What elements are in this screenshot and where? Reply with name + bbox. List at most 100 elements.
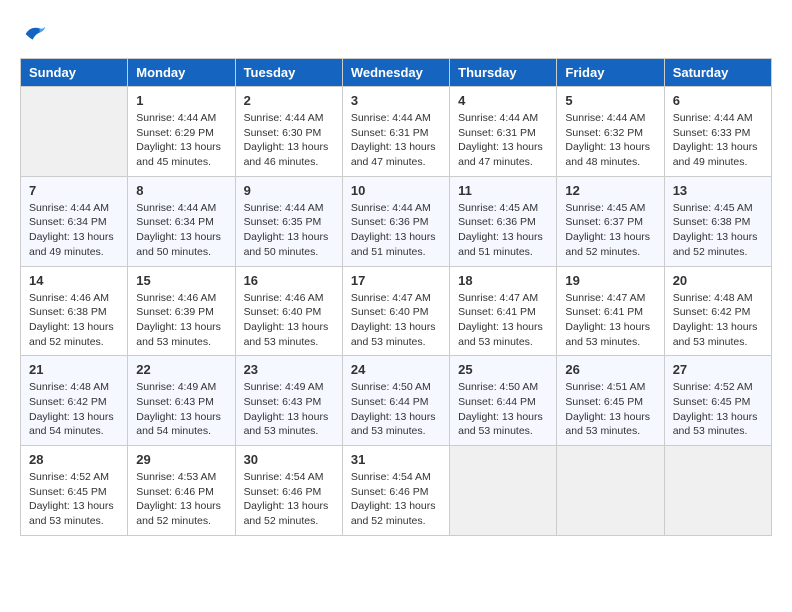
sunrise-label: Sunrise: 4:53 AM	[136, 471, 216, 483]
daylight-minutes: and 52 minutes.	[351, 515, 426, 527]
daylight-label: Daylight: 13 hours	[458, 321, 543, 333]
calendar-cell: 21 Sunrise: 4:48 AM Sunset: 6:42 PM Dayl…	[21, 356, 128, 446]
calendar-cell: 26 Sunrise: 4:51 AM Sunset: 6:45 PM Dayl…	[557, 356, 664, 446]
day-info: Sunrise: 4:44 AM Sunset: 6:33 PM Dayligh…	[673, 111, 763, 170]
calendar-cell: 29 Sunrise: 4:53 AM Sunset: 6:46 PM Dayl…	[128, 446, 235, 536]
day-info: Sunrise: 4:45 AM Sunset: 6:36 PM Dayligh…	[458, 201, 548, 260]
day-number: 31	[351, 452, 441, 467]
sunset-label: Sunset: 6:44 PM	[458, 396, 536, 408]
day-number: 12	[565, 183, 655, 198]
day-info: Sunrise: 4:44 AM Sunset: 6:32 PM Dayligh…	[565, 111, 655, 170]
day-number: 29	[136, 452, 226, 467]
day-number: 30	[244, 452, 334, 467]
day-info: Sunrise: 4:44 AM Sunset: 6:30 PM Dayligh…	[244, 111, 334, 170]
sunset-label: Sunset: 6:42 PM	[29, 396, 107, 408]
day-info: Sunrise: 4:44 AM Sunset: 6:35 PM Dayligh…	[244, 201, 334, 260]
daylight-minutes: and 52 minutes.	[673, 246, 748, 258]
calendar-cell: 17 Sunrise: 4:47 AM Sunset: 6:40 PM Dayl…	[342, 266, 449, 356]
sunset-label: Sunset: 6:37 PM	[565, 216, 643, 228]
day-number: 4	[458, 93, 548, 108]
daylight-minutes: and 50 minutes.	[136, 246, 211, 258]
sunrise-label: Sunrise: 4:46 AM	[29, 292, 109, 304]
day-info: Sunrise: 4:45 AM Sunset: 6:38 PM Dayligh…	[673, 201, 763, 260]
day-info: Sunrise: 4:53 AM Sunset: 6:46 PM Dayligh…	[136, 470, 226, 529]
daylight-label: Daylight: 13 hours	[351, 231, 436, 243]
sunrise-label: Sunrise: 4:50 AM	[351, 381, 431, 393]
day-info: Sunrise: 4:50 AM Sunset: 6:44 PM Dayligh…	[458, 380, 548, 439]
daylight-minutes: and 54 minutes.	[136, 425, 211, 437]
calendar-cell: 30 Sunrise: 4:54 AM Sunset: 6:46 PM Dayl…	[235, 446, 342, 536]
sunset-label: Sunset: 6:35 PM	[244, 216, 322, 228]
calendar-cell: 27 Sunrise: 4:52 AM Sunset: 6:45 PM Dayl…	[664, 356, 771, 446]
day-info: Sunrise: 4:44 AM Sunset: 6:31 PM Dayligh…	[351, 111, 441, 170]
sunrise-label: Sunrise: 4:54 AM	[244, 471, 324, 483]
calendar-cell: 16 Sunrise: 4:46 AM Sunset: 6:40 PM Dayl…	[235, 266, 342, 356]
daylight-minutes: and 53 minutes.	[244, 425, 319, 437]
column-header-thursday: Thursday	[450, 59, 557, 87]
calendar-cell: 23 Sunrise: 4:49 AM Sunset: 6:43 PM Dayl…	[235, 356, 342, 446]
column-header-wednesday: Wednesday	[342, 59, 449, 87]
logo	[20, 20, 52, 48]
logo-bird-icon	[20, 20, 48, 48]
daylight-label: Daylight: 13 hours	[244, 231, 329, 243]
daylight-label: Daylight: 13 hours	[673, 321, 758, 333]
day-number: 10	[351, 183, 441, 198]
calendar-week-row: 28 Sunrise: 4:52 AM Sunset: 6:45 PM Dayl…	[21, 446, 772, 536]
daylight-minutes: and 53 minutes.	[565, 336, 640, 348]
sunrise-label: Sunrise: 4:44 AM	[136, 112, 216, 124]
calendar-cell: 18 Sunrise: 4:47 AM Sunset: 6:41 PM Dayl…	[450, 266, 557, 356]
day-number: 21	[29, 362, 119, 377]
sunset-label: Sunset: 6:46 PM	[351, 486, 429, 498]
daylight-label: Daylight: 13 hours	[458, 411, 543, 423]
sunset-label: Sunset: 6:30 PM	[244, 127, 322, 139]
daylight-label: Daylight: 13 hours	[244, 141, 329, 153]
day-info: Sunrise: 4:46 AM Sunset: 6:39 PM Dayligh…	[136, 291, 226, 350]
sunrise-label: Sunrise: 4:44 AM	[351, 112, 431, 124]
daylight-label: Daylight: 13 hours	[351, 141, 436, 153]
daylight-label: Daylight: 13 hours	[136, 500, 221, 512]
column-header-sunday: Sunday	[21, 59, 128, 87]
daylight-minutes: and 53 minutes.	[136, 336, 211, 348]
calendar-cell: 6 Sunrise: 4:44 AM Sunset: 6:33 PM Dayli…	[664, 87, 771, 177]
calendar-cell: 11 Sunrise: 4:45 AM Sunset: 6:36 PM Dayl…	[450, 176, 557, 266]
calendar-cell: 14 Sunrise: 4:46 AM Sunset: 6:38 PM Dayl…	[21, 266, 128, 356]
sunrise-label: Sunrise: 4:44 AM	[565, 112, 645, 124]
sunset-label: Sunset: 6:36 PM	[458, 216, 536, 228]
sunrise-label: Sunrise: 4:45 AM	[458, 202, 538, 214]
day-number: 14	[29, 273, 119, 288]
daylight-minutes: and 53 minutes.	[565, 425, 640, 437]
sunrise-label: Sunrise: 4:44 AM	[244, 202, 324, 214]
calendar-cell: 1 Sunrise: 4:44 AM Sunset: 6:29 PM Dayli…	[128, 87, 235, 177]
day-info: Sunrise: 4:46 AM Sunset: 6:40 PM Dayligh…	[244, 291, 334, 350]
day-number: 15	[136, 273, 226, 288]
daylight-label: Daylight: 13 hours	[29, 500, 114, 512]
daylight-minutes: and 47 minutes.	[458, 156, 533, 168]
sunset-label: Sunset: 6:43 PM	[136, 396, 214, 408]
day-number: 19	[565, 273, 655, 288]
daylight-minutes: and 52 minutes.	[136, 515, 211, 527]
calendar-cell	[21, 87, 128, 177]
day-info: Sunrise: 4:50 AM Sunset: 6:44 PM Dayligh…	[351, 380, 441, 439]
daylight-minutes: and 53 minutes.	[673, 336, 748, 348]
sunset-label: Sunset: 6:43 PM	[244, 396, 322, 408]
column-header-tuesday: Tuesday	[235, 59, 342, 87]
day-info: Sunrise: 4:52 AM Sunset: 6:45 PM Dayligh…	[29, 470, 119, 529]
column-header-saturday: Saturday	[664, 59, 771, 87]
daylight-minutes: and 53 minutes.	[29, 515, 104, 527]
daylight-label: Daylight: 13 hours	[29, 321, 114, 333]
sunset-label: Sunset: 6:38 PM	[29, 306, 107, 318]
day-number: 6	[673, 93, 763, 108]
sunrise-label: Sunrise: 4:44 AM	[673, 112, 753, 124]
day-number: 20	[673, 273, 763, 288]
calendar-cell: 2 Sunrise: 4:44 AM Sunset: 6:30 PM Dayli…	[235, 87, 342, 177]
sunrise-label: Sunrise: 4:45 AM	[565, 202, 645, 214]
calendar-cell: 28 Sunrise: 4:52 AM Sunset: 6:45 PM Dayl…	[21, 446, 128, 536]
daylight-minutes: and 53 minutes.	[673, 425, 748, 437]
day-info: Sunrise: 4:44 AM Sunset: 6:34 PM Dayligh…	[136, 201, 226, 260]
daylight-label: Daylight: 13 hours	[565, 231, 650, 243]
daylight-label: Daylight: 13 hours	[29, 411, 114, 423]
day-info: Sunrise: 4:46 AM Sunset: 6:38 PM Dayligh…	[29, 291, 119, 350]
sunset-label: Sunset: 6:40 PM	[244, 306, 322, 318]
daylight-minutes: and 49 minutes.	[673, 156, 748, 168]
daylight-label: Daylight: 13 hours	[673, 231, 758, 243]
